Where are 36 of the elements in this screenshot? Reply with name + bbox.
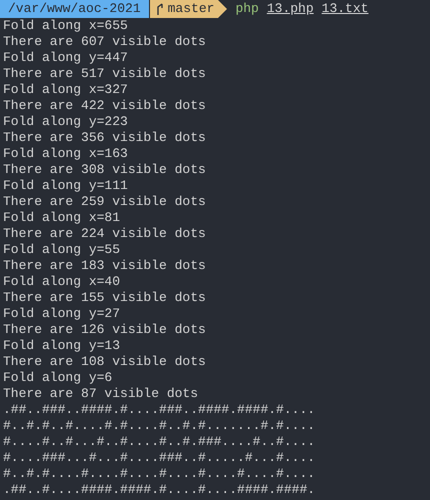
branch-icon (156, 3, 164, 15)
output-line: Fold along y=447 (3, 50, 129, 66)
output-line: There are 422 visible dots (3, 98, 207, 114)
output-line: Fold along y=111 (3, 178, 129, 194)
command-argument: 13.txt (322, 1, 368, 17)
output-line: Fold along y=223 (3, 114, 129, 130)
output-line: Fold along y=6 (3, 370, 114, 386)
output-line: There are 87 visible dots (3, 386, 200, 402)
output-line: There are 308 visible dots (3, 162, 207, 178)
output-line: Fold along x=81 (3, 210, 122, 226)
command-text: php (235, 1, 259, 17)
branch-name: master (168, 1, 214, 17)
output-line: Fold along x=655 (3, 18, 129, 34)
command-argument: 13.php (266, 1, 314, 17)
output-line: #..#.#....#....#....#....#....#....#.... (3, 466, 316, 482)
output-line: There are 108 visible dots (3, 354, 207, 370)
output-line: Fold along y=27 (3, 306, 122, 322)
output-line: .##..###..####.#....###..####.####.#.... (3, 402, 316, 418)
output-line: .##..#....####.####.#....#....####.####. (3, 482, 316, 498)
output-line: #....###...#...#....###..#.....#...#.... (3, 450, 316, 466)
path-segment: /var/www/aoc-2021 (0, 0, 149, 18)
output-line: There are 224 visible dots (3, 226, 207, 242)
output-line: There are 356 visible dots (3, 130, 207, 146)
output-line: Fold along x=40 (3, 274, 122, 290)
output-line: There are 126 visible dots (3, 322, 207, 338)
output-line: There are 607 visible dots (3, 34, 207, 50)
output-line: Fold along y=13 (3, 338, 122, 354)
output-line: #..#.#..#....#.#....#..#.#.......#.#.... (3, 418, 316, 434)
output-line: There are 517 visible dots (3, 66, 207, 82)
output-line: There are 183 visible dots (3, 258, 207, 274)
output-line: There are 155 visible dots (3, 290, 207, 306)
output-line: Fold along y=55 (3, 242, 122, 258)
output-line: #....#..#...#..#....#..#.###....#..#.... (3, 434, 316, 450)
output-line: Fold along x=327 (3, 82, 129, 98)
output-line: Fold along x=163 (3, 146, 129, 162)
output-line: There are 259 visible dots (3, 194, 207, 210)
